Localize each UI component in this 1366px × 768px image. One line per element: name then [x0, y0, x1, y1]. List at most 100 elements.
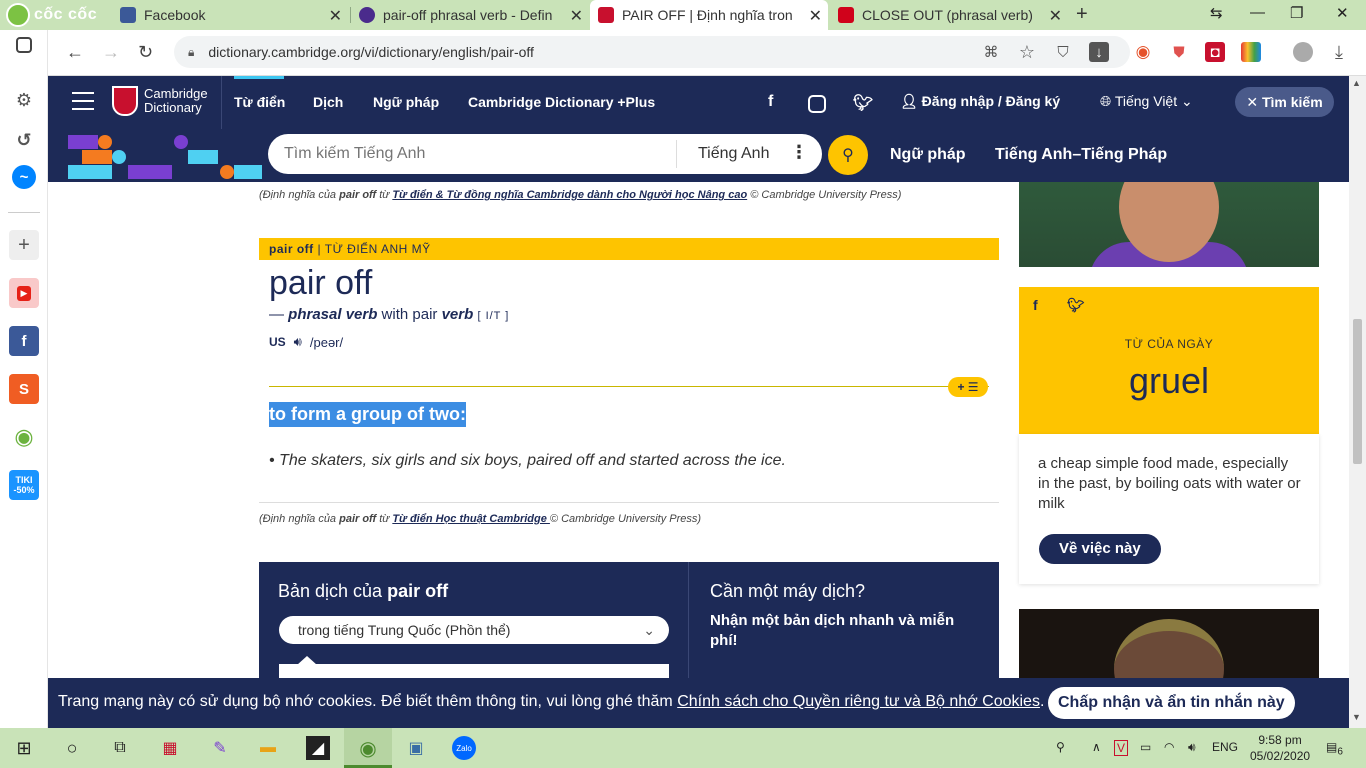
chrome-extension-icon[interactable]: ◉ — [1133, 42, 1153, 62]
lock-icon: 🔒︎ — [188, 44, 195, 59]
english-french-link[interactable]: Tiếng Anh–Tiếng Pháp — [995, 146, 1167, 164]
people-icon[interactable]: ⚲ — [1056, 740, 1065, 754]
source-link[interactable]: Từ điển Học thuật Cambridge — [392, 513, 550, 525]
divider — [259, 502, 999, 503]
paint-app-icon[interactable]: ✎ — [208, 736, 232, 760]
close-tab-icon[interactable]: ✕ — [1049, 6, 1062, 26]
translation-results — [279, 664, 669, 678]
notification-center-icon[interactable]: ▤6 — [1326, 740, 1343, 757]
search-button[interactable]: ⚲ — [828, 135, 868, 175]
tab-pair-off-cambridge[interactable]: PAIR OFF | Định nghĩa trong T ✕ — [590, 0, 828, 30]
advertisement-image[interactable] — [1019, 182, 1319, 267]
tab-pair-off-definition[interactable]: pair-off phrasal verb - Definiti ✕ — [351, 0, 589, 30]
add-app-icon[interactable]: + — [9, 230, 39, 260]
restore-icon[interactable]: ❐ — [1290, 4, 1303, 22]
source-link[interactable]: Từ điển & Từ đồng nghĩa Cambridge dành c… — [392, 189, 747, 201]
language-selector[interactable]: 🌐︎ Tiếng Việt ⌄ — [1100, 93, 1193, 110]
search-input[interactable] — [284, 134, 664, 174]
forward-arrow-icon[interactable]: → — [102, 42, 120, 63]
shield-icon[interactable]: ⛉ — [1053, 42, 1073, 62]
accept-cookies-button[interactable]: Chấp nhận và ẩn tin nhắn này — [1048, 687, 1295, 719]
nav-grammar[interactable]: Ngữ pháp — [373, 94, 439, 110]
translator-promo-text[interactable]: Nhận một bản dịch nhanh và miễn phí! — [710, 611, 980, 651]
wifi-icon[interactable]: ◠ — [1164, 740, 1174, 754]
messenger-icon[interactable]: ~ — [12, 165, 36, 189]
close-tab-icon[interactable]: ✕ — [570, 6, 583, 26]
coccoc-extension-icon[interactable]: ◉ — [9, 422, 39, 452]
scrollbar-thumb[interactable] — [1353, 319, 1362, 464]
downloads-icon[interactable]: ⤓ — [1329, 42, 1349, 62]
sticky-notes-icon[interactable]: ◢ — [306, 736, 330, 760]
scroll-down-icon[interactable]: ▼ — [1352, 712, 1361, 722]
show-hidden-icons[interactable]: ∧ — [1092, 740, 1101, 754]
close-window-icon[interactable]: ✕ — [1336, 4, 1349, 22]
new-tab-icon[interactable]: + — [1076, 3, 1088, 26]
download-icon[interactable]: ↓ — [1089, 42, 1109, 62]
nav-translate[interactable]: Dịch — [313, 94, 343, 110]
coccoc-taskbar-icon[interactable]: ◉ — [356, 736, 380, 760]
facebook-share-icon[interactable]: f — [1033, 297, 1038, 313]
history-icon[interactable]: ↺ — [9, 125, 39, 155]
close-tab-icon[interactable]: ✕ — [329, 6, 342, 26]
windows-start-icon[interactable]: ⊞ — [12, 736, 36, 760]
minimize-icon[interactable]: — — [1250, 4, 1265, 21]
instagram-icon[interactable] — [808, 95, 826, 113]
tab-close-out[interactable]: CLOSE OUT (phrasal verb) def ✕ — [830, 0, 1068, 30]
sidebar-toggle-icon[interactable] — [16, 37, 32, 53]
battery-icon[interactable]: ▭ — [1140, 740, 1151, 754]
input-language[interactable]: ENG — [1212, 740, 1238, 754]
close-tab-icon[interactable]: ✕ — [809, 6, 822, 26]
cookie-policy-link[interactable]: Chính sách cho Quyền riêng tư và Bộ nhớ … — [677, 693, 1040, 710]
back-arrow-icon[interactable]: ← — [66, 42, 84, 63]
coccoc-menu-button[interactable]: cốc cốc — [0, 0, 110, 30]
facebook-icon[interactable]: f — [9, 326, 39, 356]
browser-toolbar: ← → ↻ 🔒︎ dictionary.cambridge.org/vi/dic… — [48, 30, 1366, 76]
cambridge-logo[interactable]: Cambridge Dictionary — [112, 86, 208, 116]
zalo-icon[interactable]: Zalo — [452, 736, 476, 760]
audio-speaker-icon[interactable]: 🔊︎ — [294, 334, 302, 350]
bookmark-star-icon[interactable]: ☆ — [1017, 42, 1037, 62]
grammar-link[interactable]: Ngữ pháp — [890, 146, 966, 164]
login-link[interactable]: 👤︎ Đăng nhập / Đăng ký — [900, 93, 1060, 110]
photos-app-icon[interactable]: ▦ — [158, 736, 182, 760]
adblock-icon[interactable]: ⛊ — [1169, 42, 1189, 62]
translate-icon[interactable]: ⌘ — [981, 42, 1001, 62]
add-to-wordlist-button[interactable]: + ☰ — [948, 377, 988, 397]
shopee-icon[interactable]: S — [9, 374, 39, 404]
profile-avatar[interactable] — [1293, 42, 1313, 62]
definition-credit-bottom: (Định nghĩa của pair off từ Từ điển Học … — [259, 513, 702, 525]
translation-language-select[interactable]: trong tiếng Trung Quốc (Phồn thể) ⌄ — [279, 616, 669, 644]
twitter-share-icon[interactable]: 🐦︎ — [1067, 297, 1085, 314]
more-options-icon[interactable]: ⋮ — [790, 142, 808, 163]
reload-icon[interactable]: ↻ — [138, 42, 153, 63]
twitter-icon[interactable]: 🐦︎ — [853, 93, 873, 113]
color-extension-icon[interactable] — [1241, 42, 1261, 62]
nav-dictionary[interactable]: Từ điển — [234, 94, 285, 110]
nav-plus[interactable]: Cambridge Dictionary +Plus — [468, 94, 655, 110]
youtube-icon[interactable]: ▶ — [9, 278, 39, 308]
tab-search-icon[interactable]: ⇆ — [1210, 4, 1223, 22]
page-scrollbar[interactable]: ▲ ▼ — [1349, 76, 1366, 728]
main-content: (Định nghĩa của pair off từ Từ điển & Từ… — [48, 182, 1349, 678]
hamburger-menu-icon[interactable] — [72, 92, 94, 110]
tab-facebook[interactable]: Facebook ✕ — [112, 0, 348, 30]
red-extension-icon[interactable]: ◘ — [1205, 42, 1225, 62]
search-language-selector[interactable]: Tiếng Anh — [698, 145, 769, 163]
cortana-search-icon[interactable]: ○ — [60, 736, 84, 760]
system-clock[interactable]: 9:58 pm 05/02/2020 — [1250, 732, 1310, 764]
search-toggle-button[interactable]: ✕ Tìm kiếm — [1235, 87, 1334, 117]
grammar-code: [ I/T ] — [477, 310, 510, 322]
app-taskbar-icon[interactable]: ▣ — [404, 736, 428, 760]
tiki-icon[interactable]: TIKI -50% — [9, 470, 39, 500]
wotd-about-button[interactable]: Về việc này — [1039, 534, 1161, 564]
clock-time: 9:58 pm — [1258, 733, 1302, 747]
volume-icon[interactable]: 🔊︎ — [1188, 740, 1196, 755]
task-view-icon[interactable]: ⧉ — [108, 736, 132, 760]
facebook-icon[interactable]: f — [768, 93, 773, 111]
file-explorer-icon[interactable]: ▬ — [256, 736, 280, 760]
wotd-word[interactable]: gruel — [1019, 360, 1319, 402]
settings-gear-icon[interactable]: ⚙ — [9, 85, 39, 115]
advertisement-image-2[interactable] — [1019, 609, 1319, 678]
unikey-icon[interactable]: V — [1114, 740, 1129, 756]
scroll-up-icon[interactable]: ▲ — [1352, 78, 1361, 88]
